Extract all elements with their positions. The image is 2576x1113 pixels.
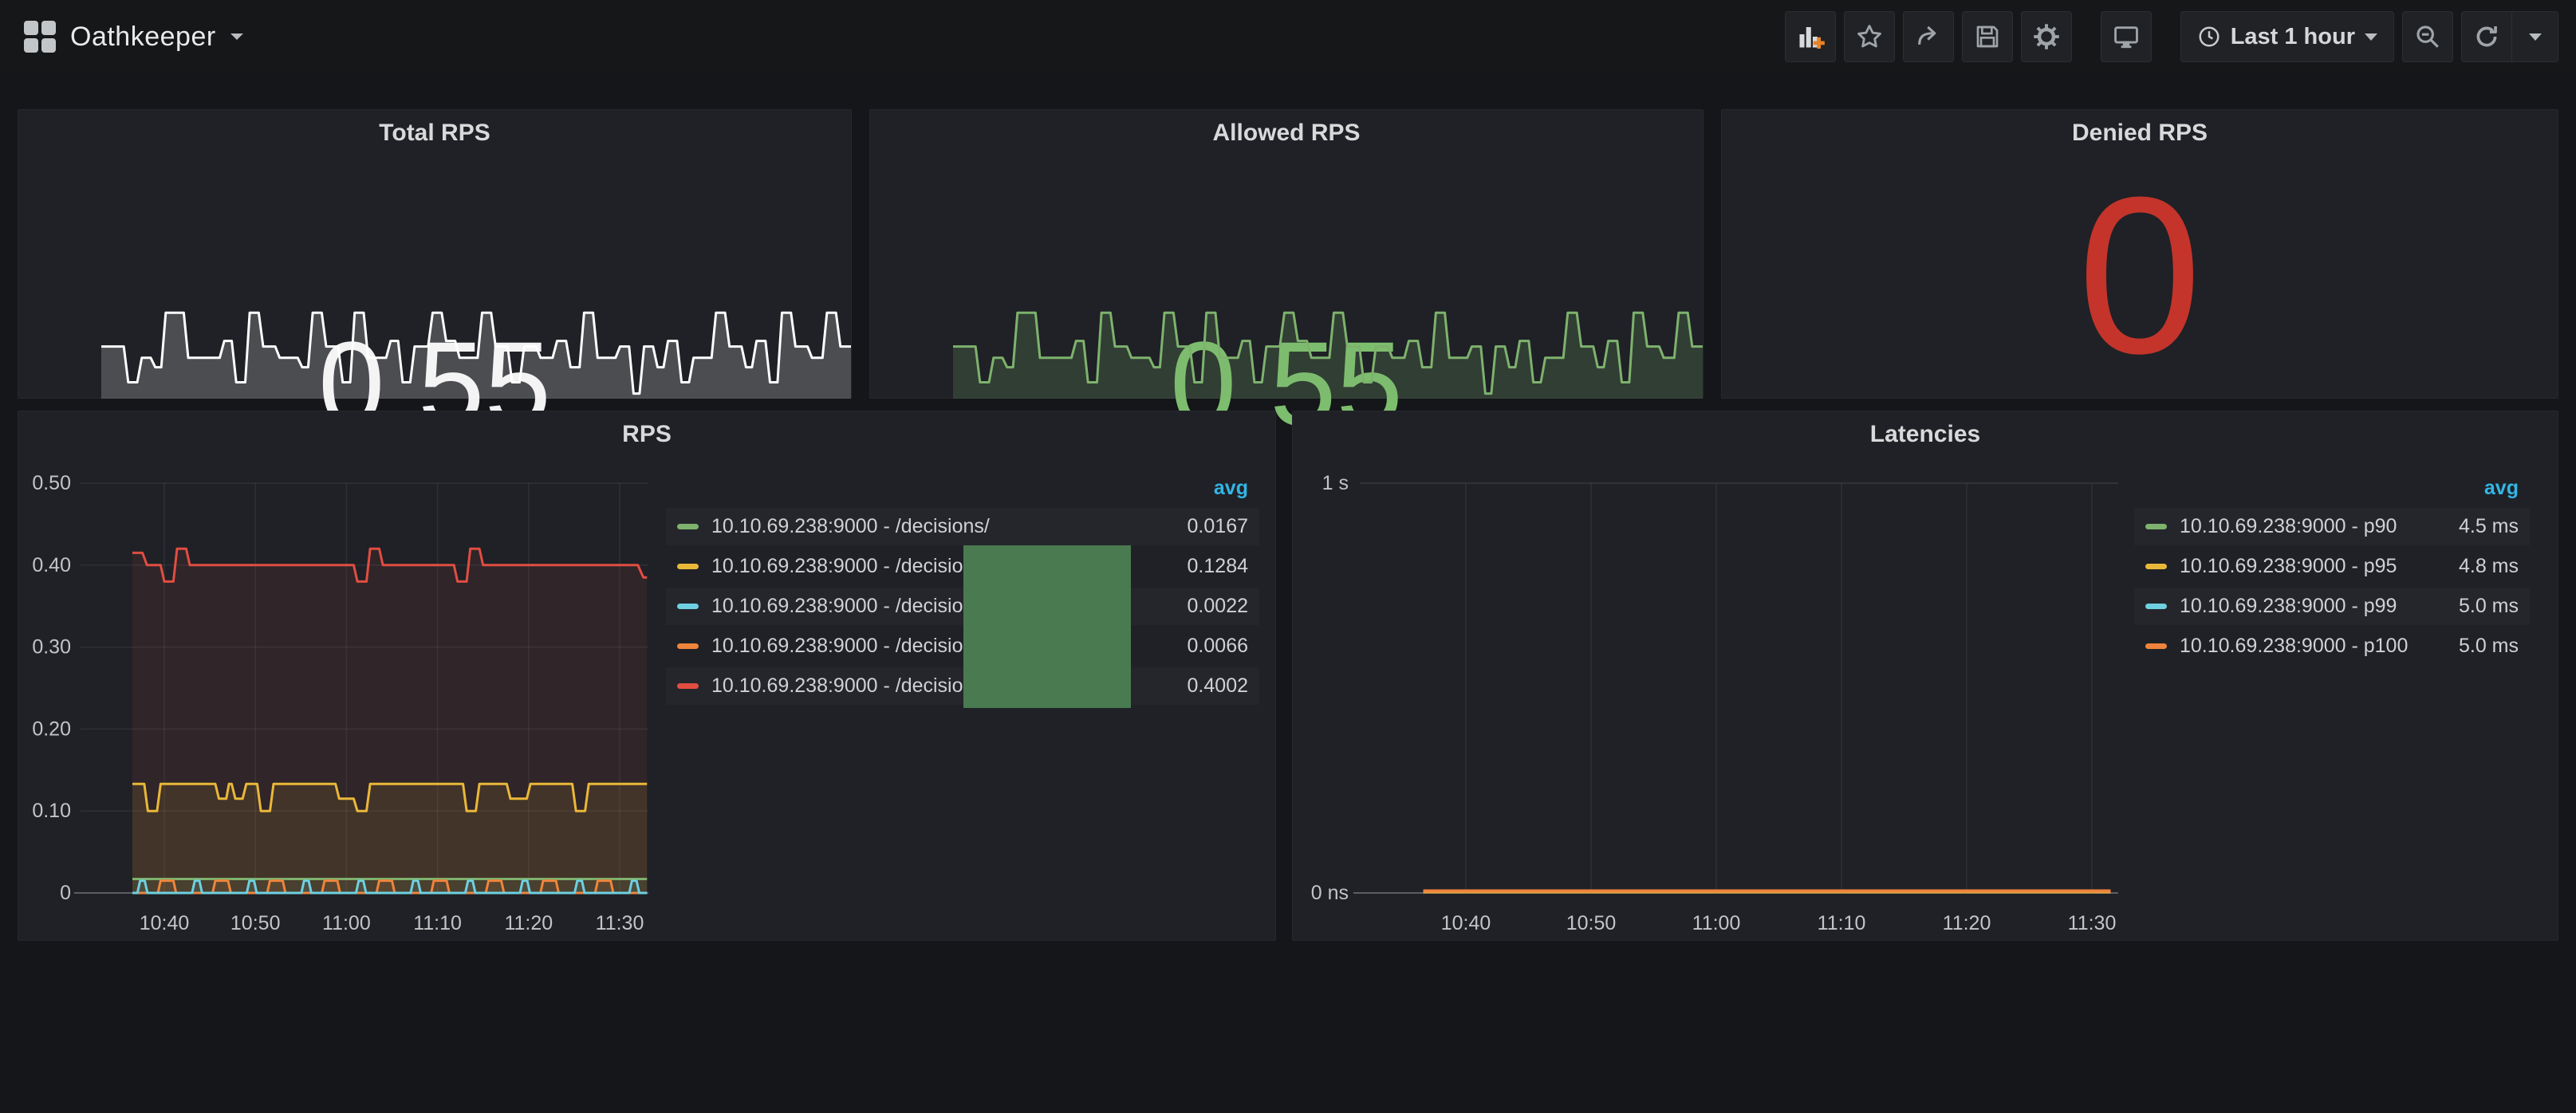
series-avg-value: 0.0066 [1172,635,1248,658]
series-name[interactable]: 10.10.69.238:9000 - p99 [2180,595,2397,618]
refresh-button[interactable] [2461,11,2512,62]
series-avg-value: 0.0167 [1172,515,1248,538]
add-panel-button[interactable] [1785,11,1836,62]
series-color-marker[interactable] [677,604,699,609]
series-avg-value: 5.0 ms [2443,635,2519,658]
svg-text:0.50: 0.50 [32,472,71,494]
refresh-interval-dropdown[interactable] [2512,11,2558,62]
series-name[interactable]: 10.10.69.238:9000 - /decisions/ [711,595,990,618]
svg-text:11:10: 11:10 [1818,912,1866,934]
series-avg-value: 5.0 ms [2443,595,2519,618]
legend-row: 10.10.69.238:9000 - /decisions/0.0022 [666,588,1259,625]
sparkline-total-rps [101,298,851,399]
toolbar: Last 1 hour [1777,11,2558,62]
legend-row: 10.10.69.238:9000 - /decisions/0.4002 [666,667,1259,705]
save-button[interactable] [1962,11,2013,62]
gear-icon [2032,22,2061,51]
chevron-down-icon [2529,33,2542,41]
legend-row: 10.10.69.238:9000 - /decisions/0.0167 [666,508,1259,545]
svg-text:10:40: 10:40 [140,912,190,934]
chevron-down-icon [2365,33,2377,41]
svg-text:11:10: 11:10 [413,912,462,934]
navbar: Oathkeeper [0,0,2576,73]
legend-row: 10.10.69.238:9000 - /decisions/0.0066 [666,627,1259,665]
svg-text:0.40: 0.40 [32,554,71,576]
series-avg-value: 0.1284 [1172,555,1248,578]
svg-text:11:00: 11:00 [1692,912,1741,934]
search-minus-icon [2414,23,2441,50]
series-avg-value: 0.0022 [1172,595,1248,618]
series-color-marker[interactable] [677,683,699,689]
save-icon [1975,24,2000,49]
page-title: Oathkeeper [70,22,216,53]
svg-text:0: 0 [60,882,71,904]
time-range-picker[interactable]: Last 1 hour [2180,11,2394,62]
series-name[interactable]: 10.10.69.238:9000 - /decisions/ [711,674,990,698]
zoom-out-button[interactable] [2402,11,2453,62]
star-icon [1856,23,1883,50]
refresh-icon [2473,23,2500,50]
panel-total-rps: Total RPS 0.55 [18,109,852,399]
svg-text:0 ns: 0 ns [1311,882,1349,904]
legend-row: 10.10.69.238:9000 - /decisions/0.1284 [666,548,1259,585]
legend-avg-header: avg [2134,477,2530,508]
monitor-icon [2113,23,2140,50]
svg-text:0.30: 0.30 [32,636,71,659]
add-panel-icon [1796,22,1825,51]
series-name[interactable]: 10.10.69.238:9000 - p90 [2180,515,2397,538]
series-name[interactable]: 10.10.69.238:9000 - /decisions/ [711,555,990,578]
clock-icon [2197,25,2221,49]
series-avg-value: 0.4002 [1172,674,1248,698]
chevron-down-icon [230,33,243,40]
legend-avg-header: avg [666,477,1259,508]
stat-value-denied-rps: 0 [1722,164,2558,387]
svg-text:11:30: 11:30 [2068,912,2117,934]
series-name[interactable]: 10.10.69.238:9000 - p100 [2180,635,2408,658]
settings-button[interactable] [2021,11,2072,62]
series-avg-value: 4.8 ms [2443,555,2519,578]
panel-denied-rps: Denied RPS 0 [1721,109,2558,399]
series-color-marker[interactable] [677,564,699,569]
panel-title[interactable]: Total RPS [18,120,851,147]
cycle-view-button[interactable] [2101,11,2152,62]
svg-text:10:40: 10:40 [1441,912,1491,934]
panel-allowed-rps: Allowed RPS 0.55 [869,109,1704,399]
series-color-marker[interactable] [2145,643,2167,649]
latencies-legend: avg10.10.69.238:9000 - p904.5 ms10.10.69… [2134,477,2530,667]
green-artifact-overlay [963,545,1131,708]
legend-row: 10.10.69.238:9000 - p99 5.0 ms [2134,588,2530,625]
sparkline-allowed-rps [953,298,1703,399]
series-color-marker[interactable] [2145,604,2167,609]
svg-text:11:20: 11:20 [504,912,553,934]
panel-title[interactable]: Allowed RPS [870,120,1703,147]
svg-text:1 s: 1 s [1322,472,1349,494]
legend-row: 10.10.69.238:9000 - p90 4.5 ms [2134,508,2530,545]
series-avg-value: 4.5 ms [2443,515,2519,538]
svg-text:11:00: 11:00 [322,912,371,934]
share-icon [1915,23,1942,50]
svg-text:11:30: 11:30 [596,912,644,934]
svg-text:10:50: 10:50 [1566,912,1617,934]
share-button[interactable] [1903,11,1954,62]
svg-text:0.10: 0.10 [32,800,71,822]
svg-text:0.20: 0.20 [32,718,71,740]
legend-row: 10.10.69.238:9000 - p100 5.0 ms [2134,627,2530,665]
legend-row: 10.10.69.238:9000 - p95 4.8 ms [2134,548,2530,585]
series-color-marker[interactable] [2145,564,2167,569]
time-range-label: Last 1 hour [2231,24,2355,50]
series-color-marker[interactable] [677,643,699,649]
star-button[interactable] [1844,11,1895,62]
series-color-marker[interactable] [2145,524,2167,529]
rps-legend: avg10.10.69.238:9000 - /decisions/0.0167… [666,477,1259,707]
dashboard-grid-icon [24,21,56,53]
panel-latencies-graph: Latencies 1 s0 ns10:4010:5011:0011:1011:… [1292,411,2558,941]
panel-title[interactable]: Denied RPS [1722,120,2558,147]
dashboard-title-dropdown[interactable]: Oathkeeper [24,21,243,53]
series-color-marker[interactable] [677,524,699,529]
svg-text:10:50: 10:50 [230,912,281,934]
series-name[interactable]: 10.10.69.238:9000 - /decisions/ [711,635,990,658]
series-name[interactable]: 10.10.69.238:9000 - /decisions/ [711,515,990,538]
series-name[interactable]: 10.10.69.238:9000 - p95 [2180,555,2397,578]
svg-text:11:20: 11:20 [1943,912,1991,934]
